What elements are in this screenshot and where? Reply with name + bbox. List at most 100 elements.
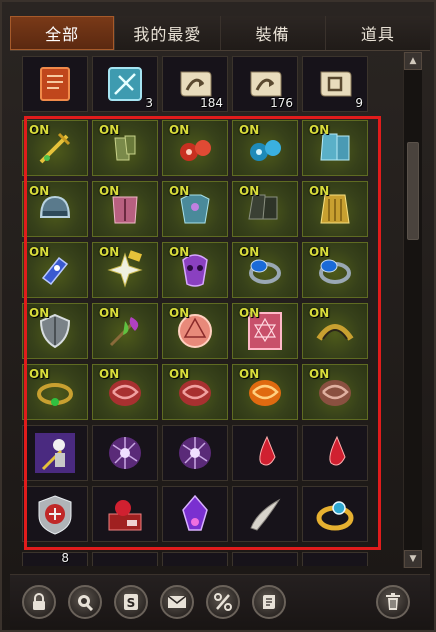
equipped-badge: ON <box>169 123 190 137</box>
gold-blue-ring-icon <box>313 492 357 540</box>
tab-favorites[interactable]: 我的最愛 <box>115 16 221 50</box>
inventory-slot[interactable]: ON <box>232 242 298 298</box>
percent-icon[interactable] <box>206 585 240 619</box>
inventory-slot[interactable] <box>22 486 88 542</box>
scroll-icon[interactable] <box>252 585 286 619</box>
equipped-badge: ON <box>169 306 190 320</box>
equipped-badge: ON <box>169 245 190 259</box>
inventory-slot[interactable] <box>302 486 368 542</box>
inventory-slot[interactable]: ON <box>162 364 228 420</box>
red-crystal-icon <box>243 431 287 479</box>
equipped-badge: ON <box>169 367 190 381</box>
inventory-slot[interactable] <box>92 552 158 566</box>
trash-icon[interactable] <box>376 585 410 619</box>
equipped-badge: ON <box>169 184 190 198</box>
equipped-badge: ON <box>309 367 330 381</box>
inventory-slot[interactable] <box>92 486 158 542</box>
inventory-slot[interactable]: ON <box>302 181 368 237</box>
equipped-badge: ON <box>309 245 330 259</box>
inventory-slot[interactable]: ON <box>162 181 228 237</box>
red-potion-box-icon <box>103 492 147 540</box>
purple-magic-orb-icon <box>173 431 217 479</box>
inventory-slot[interactable]: 176 <box>232 56 298 112</box>
inventory-slot[interactable]: ON <box>232 120 298 176</box>
inventory-slot[interactable]: ON <box>22 364 88 420</box>
scroll-down-button[interactable]: ▼ <box>404 550 422 568</box>
inventory-slot[interactable] <box>162 552 228 566</box>
inventory-slot[interactable] <box>232 486 298 542</box>
equipped-badge: ON <box>29 306 50 320</box>
equipped-badge: ON <box>29 123 50 137</box>
scroll-up-button[interactable]: ▲ <box>404 52 422 70</box>
favorite-icon[interactable] <box>68 585 102 619</box>
inventory-slot[interactable]: 8 <box>22 552 88 566</box>
inventory-toolbar: S <box>10 574 430 629</box>
item-count: 3 <box>145 96 153 110</box>
inventory-slot[interactable]: ON <box>92 181 158 237</box>
purple-magic-orb-icon <box>103 431 147 479</box>
equipped-badge: ON <box>239 306 260 320</box>
mail-icon[interactable] <box>160 585 194 619</box>
inventory-slot[interactable]: ON <box>232 181 298 237</box>
equipped-badge: ON <box>309 184 330 198</box>
inventory-slot[interactable]: 184 <box>162 56 228 112</box>
svg-text:S: S <box>127 596 136 610</box>
inventory-slot[interactable] <box>302 425 368 481</box>
inventory-slot[interactable]: ON <box>92 120 158 176</box>
item-count: 9 <box>355 96 363 110</box>
inventory-slot[interactable]: ON <box>302 364 368 420</box>
equipped-badge: ON <box>309 306 330 320</box>
inventory-tabs: 全部 我的最愛 裝備 道具 <box>10 16 430 51</box>
item-count: 8 <box>61 552 69 565</box>
scroll-thumb[interactable] <box>407 142 419 240</box>
inventory-slot[interactable]: ON <box>162 120 228 176</box>
inventory-slot[interactable] <box>232 425 298 481</box>
equipped-badge: ON <box>99 184 120 198</box>
inventory-slot[interactable]: ON <box>22 242 88 298</box>
inventory-slot[interactable] <box>22 56 88 112</box>
inventory-slot[interactable] <box>162 425 228 481</box>
tab-equipment[interactable]: 裝備 <box>221 16 326 50</box>
equipped-badge: ON <box>29 245 50 259</box>
inventory-slot[interactable]: 9 <box>302 56 368 112</box>
equipped-badge: ON <box>99 123 120 137</box>
inventory-slot[interactable]: ON <box>22 303 88 359</box>
item-count: 176 <box>270 96 293 110</box>
lock-icon[interactable] <box>22 585 56 619</box>
equipped-badge: ON <box>239 367 260 381</box>
purple-crystal-icon <box>173 492 217 540</box>
inventory-scrollbar[interactable]: ▲ ▼ <box>403 52 422 568</box>
equipped-badge: ON <box>29 184 50 198</box>
inventory-slot[interactable] <box>302 552 368 566</box>
inventory-slot[interactable]: ON <box>302 120 368 176</box>
inventory-slot[interactable]: ON <box>22 120 88 176</box>
skeleton-card-icon <box>33 431 77 479</box>
sort-icon[interactable]: S <box>114 585 148 619</box>
equipped-badge: ON <box>309 123 330 137</box>
inventory-slot[interactable] <box>162 486 228 542</box>
inventory-slot[interactable]: ON <box>302 303 368 359</box>
inventory-slot[interactable]: ON <box>92 364 158 420</box>
equipped-badge: ON <box>239 123 260 137</box>
inventory-window: 全部 我的最愛 裝備 道具 3 184 176 9 ON ON ON ON ON ON ON ON ON… <box>0 0 436 632</box>
blue-scroll-icon <box>103 62 147 110</box>
inventory-slot[interactable]: ON <box>92 303 158 359</box>
inventory-slot[interactable]: ON <box>92 242 158 298</box>
inventory-slot[interactable] <box>92 425 158 481</box>
inventory-grid: 3 184 176 9 ON ON ON ON ON ON ON ON ON ON ON ON ON ON ON ON… <box>22 56 396 566</box>
inventory-slot[interactable]: ON <box>162 242 228 298</box>
inventory-slot[interactable]: ON <box>232 303 298 359</box>
inventory-slot[interactable] <box>232 552 298 566</box>
tab-items[interactable]: 道具 <box>326 16 430 50</box>
inventory-slot[interactable]: ON <box>162 303 228 359</box>
tab-all[interactable]: 全部 <box>10 16 116 50</box>
equipped-badge: ON <box>29 367 50 381</box>
inventory-slot[interactable]: 3 <box>92 56 158 112</box>
box-scroll-icon <box>313 62 357 110</box>
silver-horn-icon <box>243 492 287 540</box>
inventory-slot[interactable]: ON <box>302 242 368 298</box>
inventory-slot[interactable] <box>22 425 88 481</box>
inventory-slot[interactable]: ON <box>22 181 88 237</box>
red-spellbook-icon <box>33 62 77 110</box>
inventory-slot[interactable]: ON <box>232 364 298 420</box>
